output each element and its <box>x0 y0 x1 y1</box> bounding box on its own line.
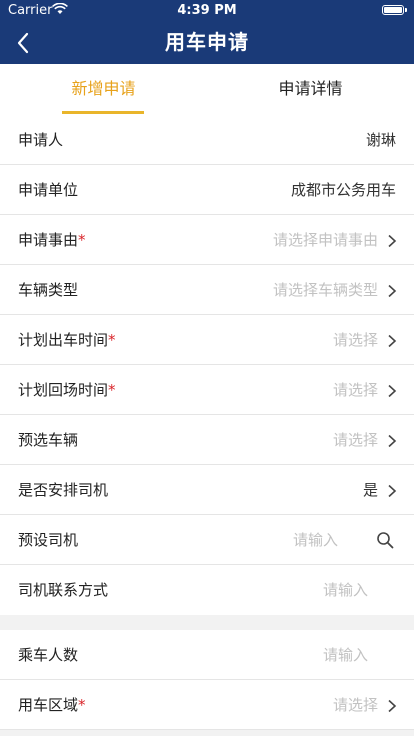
applicant-label: 申请人 <box>18 131 64 149</box>
battery-icon <box>382 5 404 15</box>
chevron-right-icon <box>386 233 398 248</box>
chevron-right-icon <box>386 283 398 298</box>
return-time-select[interactable]: 请选择 <box>333 365 378 415</box>
driver-contact-label: 司机联系方式 <box>18 581 109 599</box>
applicant-value: 谢琳 <box>365 131 396 149</box>
vehicle-type-row[interactable]: 车辆类型 请选择车辆类型 <box>0 265 414 315</box>
usage-area-row[interactable]: 用车区域* 请选择 <box>0 680 414 730</box>
arrange-driver-label: 是否安排司机 <box>18 481 109 499</box>
preset-driver-label: 预设司机 <box>18 531 79 549</box>
passenger-count-input[interactable]: 请输入 <box>323 630 368 680</box>
form-section-secondary: 乘车人数 请输入 用车区域* 请选择 <box>0 630 414 730</box>
arrange-driver-row[interactable]: 是否安排司机 是 <box>0 465 414 515</box>
arrange-driver-select[interactable]: 是 <box>363 465 378 515</box>
usage-area-select[interactable]: 请选择 <box>333 680 378 730</box>
preselect-vehicle-row[interactable]: 预选车辆 请选择 <box>0 415 414 465</box>
departure-time-select[interactable]: 请选择 <box>333 315 378 365</box>
passenger-count-row: 乘车人数 请输入 <box>0 630 414 680</box>
reason-label: 申请事由* <box>18 231 86 249</box>
active-tab-indicator <box>62 111 144 114</box>
driver-contact-row: 司机联系方式 请输入 <box>0 565 414 615</box>
tab-bar: 新增申请 申请详情 <box>0 64 414 116</box>
reason-select[interactable]: 请选择申请事由 <box>273 215 378 265</box>
required-mark: * <box>108 331 116 349</box>
battery-tip <box>405 8 407 12</box>
preset-driver-row: 预设司机 请输入 <box>0 515 414 565</box>
search-icon[interactable] <box>376 531 394 549</box>
applicant-row: 申请人 谢琳 <box>0 115 414 165</box>
vehicle-type-select[interactable]: 请选择车辆类型 <box>273 265 378 315</box>
reason-row[interactable]: 申请事由* 请选择申请事由 <box>0 215 414 265</box>
preselect-vehicle-select[interactable]: 请选择 <box>333 415 378 465</box>
tab-new-application[interactable]: 新增申请 <box>0 64 207 114</box>
vehicle-type-label: 车辆类型 <box>18 281 79 299</box>
return-time-row[interactable]: 计划回场时间* 请选择 <box>0 365 414 415</box>
department-label: 申请单位 <box>18 181 79 199</box>
driver-contact-input[interactable]: 请输入 <box>323 565 368 615</box>
chevron-right-icon <box>386 483 398 498</box>
tab-application-details[interactable]: 申请详情 <box>207 64 414 114</box>
required-mark: * <box>78 696 86 714</box>
return-time-label: 计划回场时间* <box>18 381 116 399</box>
page-title: 用车申请 <box>165 30 249 54</box>
preselect-vehicle-label: 预选车辆 <box>18 431 79 449</box>
chevron-right-icon <box>386 333 398 348</box>
department-row: 申请单位 成都市公务用车 <box>0 165 414 215</box>
chevron-right-icon <box>386 433 398 448</box>
passenger-count-label: 乘车人数 <box>18 646 79 664</box>
chevron-right-icon <box>386 698 398 713</box>
usage-area-label: 用车区域* <box>18 696 86 714</box>
required-mark: * <box>78 231 86 249</box>
required-mark: * <box>108 381 116 399</box>
nav-bar: Carrier 4:39 PM 用车申请 <box>0 0 414 64</box>
chevron-right-icon <box>386 383 398 398</box>
clock: 4:39 PM <box>177 3 237 18</box>
form-section-main: 申请人 谢琳 申请单位 成都市公务用车 申请事由* 请选择申请事由 车辆类型 请… <box>0 115 414 615</box>
status-bar: Carrier 4:39 PM <box>0 0 414 22</box>
preset-driver-input[interactable]: 请输入 <box>293 515 338 565</box>
departure-time-label: 计划出车时间* <box>18 331 116 349</box>
department-value: 成都市公务用车 <box>290 181 396 199</box>
departure-time-row[interactable]: 计划出车时间* 请选择 <box>0 315 414 365</box>
